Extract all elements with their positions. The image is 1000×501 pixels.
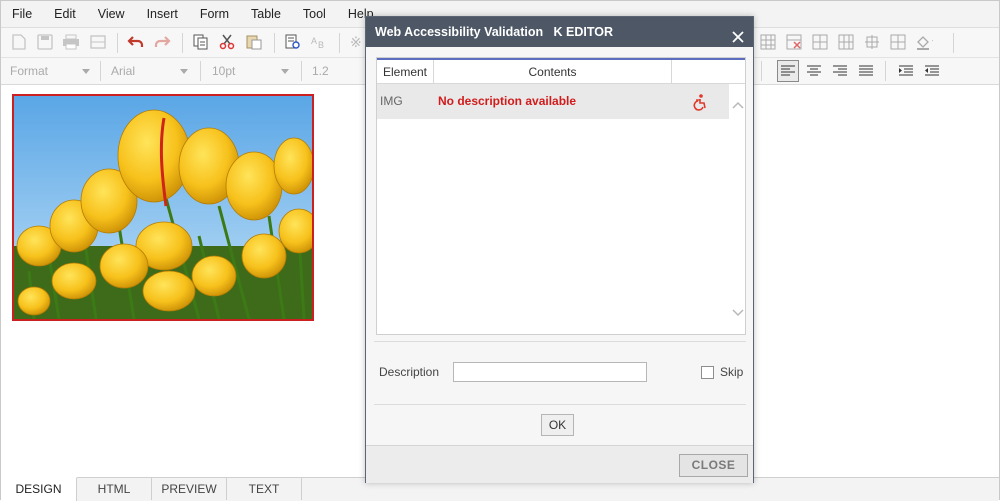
menu-edit[interactable]: Edit	[43, 1, 87, 27]
align-right-icon[interactable]	[829, 60, 851, 82]
save-icon[interactable]	[36, 33, 54, 51]
chevron-down-icon	[281, 69, 289, 74]
menu-view[interactable]: View	[87, 1, 136, 27]
toolbar-separator	[100, 61, 101, 81]
align-justify-icon[interactable]	[855, 60, 877, 82]
dialog-subtitle: K EDITOR	[553, 25, 614, 39]
close-icon[interactable]	[731, 25, 745, 43]
accessibility-icon[interactable]	[690, 93, 708, 111]
column-divider	[671, 60, 672, 84]
format-select-value: Format	[10, 64, 49, 78]
copy-icon[interactable]	[192, 33, 210, 51]
column-header-contents[interactable]: Contents	[434, 60, 671, 84]
tab-html[interactable]: HTML	[77, 478, 152, 500]
divider	[374, 404, 746, 405]
skip-checkbox[interactable]	[701, 366, 714, 379]
tab-preview[interactable]: PREVIEW	[152, 478, 227, 500]
preview-print-icon[interactable]	[89, 33, 107, 51]
align-center-icon[interactable]	[803, 60, 825, 82]
table-column-icon[interactable]	[837, 33, 855, 51]
align-left-icon[interactable]	[777, 60, 799, 82]
description-label: Description	[379, 365, 440, 379]
toolbar-separator	[274, 33, 275, 53]
find-replace-icon[interactable]	[284, 33, 302, 51]
font-select-value: Arial	[111, 64, 136, 78]
chevron-down-icon	[180, 69, 188, 74]
indent-icon[interactable]	[895, 60, 917, 82]
toolbar-separator	[761, 61, 762, 81]
font-select[interactable]: Arial	[111, 61, 188, 81]
table-merge-icon[interactable]	[863, 33, 881, 51]
ok-button[interactable]: OK	[541, 414, 574, 436]
table-row[interactable]: IMG No description available	[377, 84, 729, 119]
accessibility-dialog: Web Accessibility Validation K EDITOR El…	[365, 16, 754, 483]
svg-text:B: B	[318, 40, 324, 50]
line-height-select-value: 1.2	[312, 64, 329, 78]
redo-icon[interactable]	[153, 33, 171, 51]
toolbar-separator	[200, 61, 201, 81]
toolbar-separator	[339, 33, 340, 53]
dialog-footer: CLOSE	[366, 445, 753, 483]
table-row-icon[interactable]	[811, 33, 829, 51]
outdent-icon[interactable]	[921, 60, 943, 82]
tab-design[interactable]: DESIGN	[1, 477, 77, 501]
dialog-title-text: Web Accessibility Validation	[375, 25, 544, 39]
menu-insert[interactable]: Insert	[136, 1, 189, 27]
chevron-down-icon	[82, 69, 90, 74]
undo-icon[interactable]	[127, 33, 145, 51]
dialog-title: Web Accessibility Validation K EDITOR	[375, 17, 613, 47]
new-document-icon[interactable]	[10, 33, 28, 51]
close-button[interactable]: CLOSE	[679, 454, 748, 477]
divider	[374, 341, 746, 342]
column-header-element[interactable]: Element	[377, 60, 433, 84]
tab-text[interactable]: TEXT	[227, 478, 302, 500]
print-icon[interactable]	[62, 33, 80, 51]
scroll-down-icon[interactable]	[732, 306, 744, 320]
table-delete-icon[interactable]	[785, 33, 803, 51]
paste-icon[interactable]	[245, 33, 263, 51]
svg-text:※: ※	[350, 35, 362, 50]
dialog-title-bar[interactable]: Web Accessibility Validation K EDITOR	[366, 17, 753, 47]
vertical-scrollbar[interactable]	[729, 84, 745, 334]
toolbar-separator	[953, 33, 954, 53]
validation-table: Element Contents IMG No description avai…	[376, 57, 746, 335]
toolbar-separator	[182, 33, 183, 53]
line-height-select[interactable]: 1.2	[312, 61, 364, 81]
menu-form[interactable]: Form	[189, 1, 240, 27]
table-split-icon[interactable]	[889, 33, 907, 51]
cell-fill-icon[interactable]	[915, 33, 933, 51]
toolbar-separator	[301, 61, 302, 81]
menu-table[interactable]: Table	[240, 1, 292, 27]
tulip-photo-icon	[14, 96, 312, 319]
svg-text:A: A	[311, 36, 317, 46]
toolbar-separator	[885, 61, 886, 81]
skip-label: Skip	[720, 365, 744, 379]
special-char-icon[interactable]: ※	[347, 33, 365, 51]
menu-file[interactable]: File	[1, 1, 43, 27]
spellcheck-icon[interactable]: AB	[310, 33, 328, 51]
font-size-select-value: 10pt	[212, 64, 236, 78]
table-header: Element Contents	[377, 58, 745, 84]
toolbar-separator	[117, 33, 118, 53]
row-contents: No description available	[438, 94, 577, 108]
menu-tool[interactable]: Tool	[292, 1, 337, 27]
description-input[interactable]	[453, 362, 647, 382]
table-insert-icon[interactable]	[759, 33, 777, 51]
cut-icon[interactable]	[218, 33, 236, 51]
font-size-select[interactable]: 10pt	[212, 61, 289, 81]
row-element: IMG	[380, 94, 403, 108]
tulip-image[interactable]	[12, 94, 314, 321]
format-select[interactable]: Format	[10, 61, 90, 81]
scroll-up-icon[interactable]	[732, 98, 744, 112]
